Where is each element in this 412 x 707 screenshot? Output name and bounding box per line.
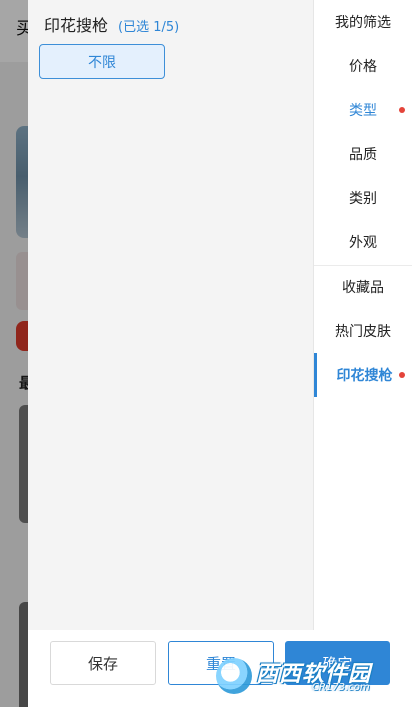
filter-section-title: 印花搜枪	[44, 16, 109, 35]
filter-content: 印花搜枪 (已选 1/5) 不限	[28, 0, 313, 630]
nav-item-label: 品质	[349, 147, 377, 163]
watermark-logo: 西西软件园 CR173.com	[212, 652, 412, 700]
filter-section-header: 印花搜枪 (已选 1/5)	[44, 12, 179, 36]
option-unlimited-chip[interactable]: 不限	[39, 44, 165, 79]
nav-item-label: 外观	[349, 235, 377, 251]
selected-dot-icon	[399, 372, 405, 378]
nav-item-label: 价格	[349, 59, 377, 75]
selected-dot-icon	[399, 107, 405, 113]
nav-item-label: 热门皮肤	[335, 324, 391, 340]
nav-item-sticker-search[interactable]: 印花搜枪	[314, 353, 412, 397]
filter-selected-count: (已选 1/5)	[118, 20, 180, 35]
nav-item-price[interactable]: 价格	[314, 44, 412, 88]
save-button[interactable]: 保存	[50, 641, 156, 685]
nav-item-label: 我的筛选	[335, 15, 391, 31]
nav-item-type[interactable]: 类型	[314, 88, 412, 132]
nav-item-quality[interactable]: 品质	[314, 132, 412, 176]
nav-item-category[interactable]: 类别	[314, 176, 412, 220]
nav-item-collection[interactable]: 收藏品	[314, 265, 412, 309]
nav-item-label: 类别	[349, 191, 377, 207]
watermark-subtitle: CR173.com	[312, 682, 370, 693]
filter-nav: 我的筛选 价格 类型 品质 类别 外观 收藏品 热门皮肤 印花搜枪	[313, 0, 412, 630]
nav-item-label: 收藏品	[342, 280, 384, 296]
nav-item-my-filters[interactable]: 我的筛选	[314, 0, 412, 44]
filter-drawer: 印花搜枪 (已选 1/5) 不限 我的筛选 价格 类型 品质 类别 外观 收藏品…	[28, 0, 412, 707]
nav-item-hot-skins[interactable]: 热门皮肤	[314, 309, 412, 353]
nav-item-label: 印花搜枪	[336, 368, 393, 384]
nav-item-exterior[interactable]: 外观	[314, 220, 412, 264]
nav-item-label: 类型	[349, 103, 377, 119]
watermark-emblem-icon	[216, 658, 252, 694]
